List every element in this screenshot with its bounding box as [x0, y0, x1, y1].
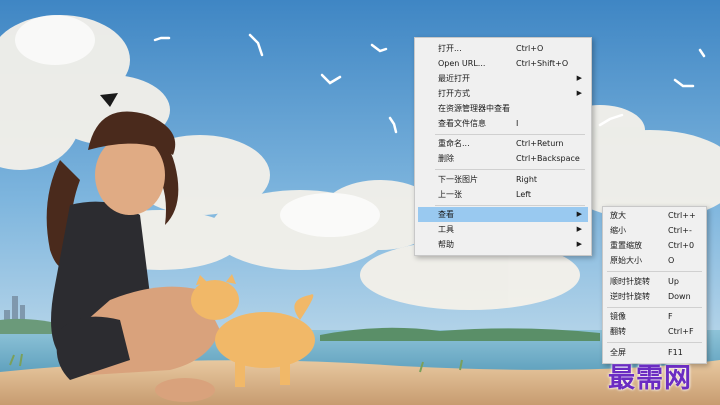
menu-item-previous-image[interactable]: 上一张 Left [418, 187, 588, 202]
menu-item-open-with[interactable]: 打开方式 ▶ [418, 86, 588, 101]
menu-item-label: 查看文件信息 [438, 119, 486, 128]
submenu-arrow-icon: ▶ [576, 240, 582, 248]
menu-item-rotate-clockwise[interactable]: 顺时针旋转 Up [606, 274, 703, 289]
menu-item-shortcut: Ctrl+- [668, 226, 692, 235]
menu-item-label: 放大 [610, 211, 626, 220]
menu-separator [607, 271, 702, 272]
menu-item-label: 打开方式 [438, 89, 470, 98]
menu-item-rotate-counterclockwise[interactable]: 逆时针旋转 Down [606, 289, 703, 304]
menu-item-mirror[interactable]: 镜像 F [606, 309, 703, 324]
menu-separator [607, 307, 702, 308]
menu-item-label: 原始大小 [610, 256, 642, 265]
menu-item-shortcut: Up [668, 277, 679, 286]
menu-item-label: 顺时针旋转 [610, 277, 650, 286]
menu-separator [607, 342, 702, 343]
menu-item-shortcut: Ctrl+Backspace [516, 154, 580, 163]
menu-item-view[interactable]: 查看 ▶ [418, 207, 588, 222]
menu-item-shortcut: Right [516, 175, 538, 184]
menu-item-shortcut: Ctrl+Return [516, 139, 564, 148]
menu-item-reset-zoom[interactable]: 重置缩放 Ctrl+0 [606, 238, 703, 253]
menu-item-shortcut: Ctrl+0 [668, 241, 695, 250]
submenu-arrow-icon: ▶ [576, 89, 582, 97]
menu-item-label: 下一张图片 [438, 175, 478, 184]
menu-item-shortcut: Ctrl+O [516, 44, 544, 53]
menu-item-shortcut: Ctrl+F [668, 327, 694, 336]
menu-item-label: 打开... [438, 44, 462, 53]
menu-item-open-url[interactable]: Open URL... Ctrl+Shift+O [418, 56, 588, 71]
menu-item-label: 缩小 [610, 226, 626, 235]
submenu-arrow-icon: ▶ [576, 74, 582, 82]
menu-item-shortcut: O [668, 256, 675, 265]
menu-item-shortcut: F [668, 312, 673, 321]
menu-item-delete[interactable]: 删除 Ctrl+Backspace [418, 151, 588, 166]
menu-item-shortcut: Ctrl+Shift+O [516, 59, 569, 68]
menu-item-tools[interactable]: 工具 ▶ [418, 222, 588, 237]
menu-item-open[interactable]: 打开... Ctrl+O [418, 41, 588, 56]
menu-separator [435, 169, 585, 170]
menu-item-label: 最近打开 [438, 74, 470, 83]
menu-item-label: 删除 [438, 154, 454, 163]
menu-item-recent[interactable]: 最近打开 ▶ [418, 71, 588, 86]
menu-item-label: Open URL... [438, 59, 486, 68]
submenu-arrow-icon: ▶ [576, 210, 582, 218]
menu-item-label: 镜像 [610, 312, 626, 321]
menu-item-zoom-in[interactable]: 放大 Ctrl++ [606, 208, 703, 223]
menu-item-shortcut: Left [516, 190, 532, 199]
menu-item-label: 查看 [438, 210, 454, 219]
menu-item-zoom-out[interactable]: 缩小 Ctrl+- [606, 223, 703, 238]
menu-item-label: 上一张 [438, 190, 462, 199]
menu-item-label: 在资源管理器中查看 [438, 104, 510, 113]
menu-item-show-in-explorer[interactable]: 在资源管理器中查看 [418, 101, 588, 116]
menu-item-label: 重置缩放 [610, 241, 642, 250]
watermark-text: 最需网 [608, 363, 692, 394]
menu-separator [435, 205, 585, 206]
menu-separator [435, 134, 585, 135]
menu-item-label: 逆时针旋转 [610, 292, 650, 301]
submenu-arrow-icon: ▶ [576, 225, 582, 233]
menu-item-shortcut: Down [668, 292, 691, 301]
view-submenu: 放大 Ctrl++ 缩小 Ctrl+- 重置缩放 Ctrl+0 原始大小 O 顺… [602, 206, 707, 364]
menu-item-flip[interactable]: 翻转 Ctrl+F [606, 324, 703, 339]
menu-item-label: 重命名... [438, 139, 470, 148]
menu-item-original-size[interactable]: 原始大小 O [606, 253, 703, 268]
menu-item-shortcut: Ctrl++ [668, 211, 696, 220]
context-menu: 打开... Ctrl+O Open URL... Ctrl+Shift+O 最近… [414, 37, 592, 256]
menu-item-shortcut: I [516, 119, 519, 128]
menu-item-label: 工具 [438, 225, 454, 234]
menu-item-label: 帮助 [438, 240, 454, 249]
menu-item-file-info[interactable]: 查看文件信息 I [418, 116, 588, 131]
menu-item-label: 翻转 [610, 327, 626, 336]
menu-item-help[interactable]: 帮助 ▶ [418, 237, 588, 252]
menu-item-next-image[interactable]: 下一张图片 Right [418, 172, 588, 187]
menu-item-rename[interactable]: 重命名... Ctrl+Return [418, 136, 588, 151]
